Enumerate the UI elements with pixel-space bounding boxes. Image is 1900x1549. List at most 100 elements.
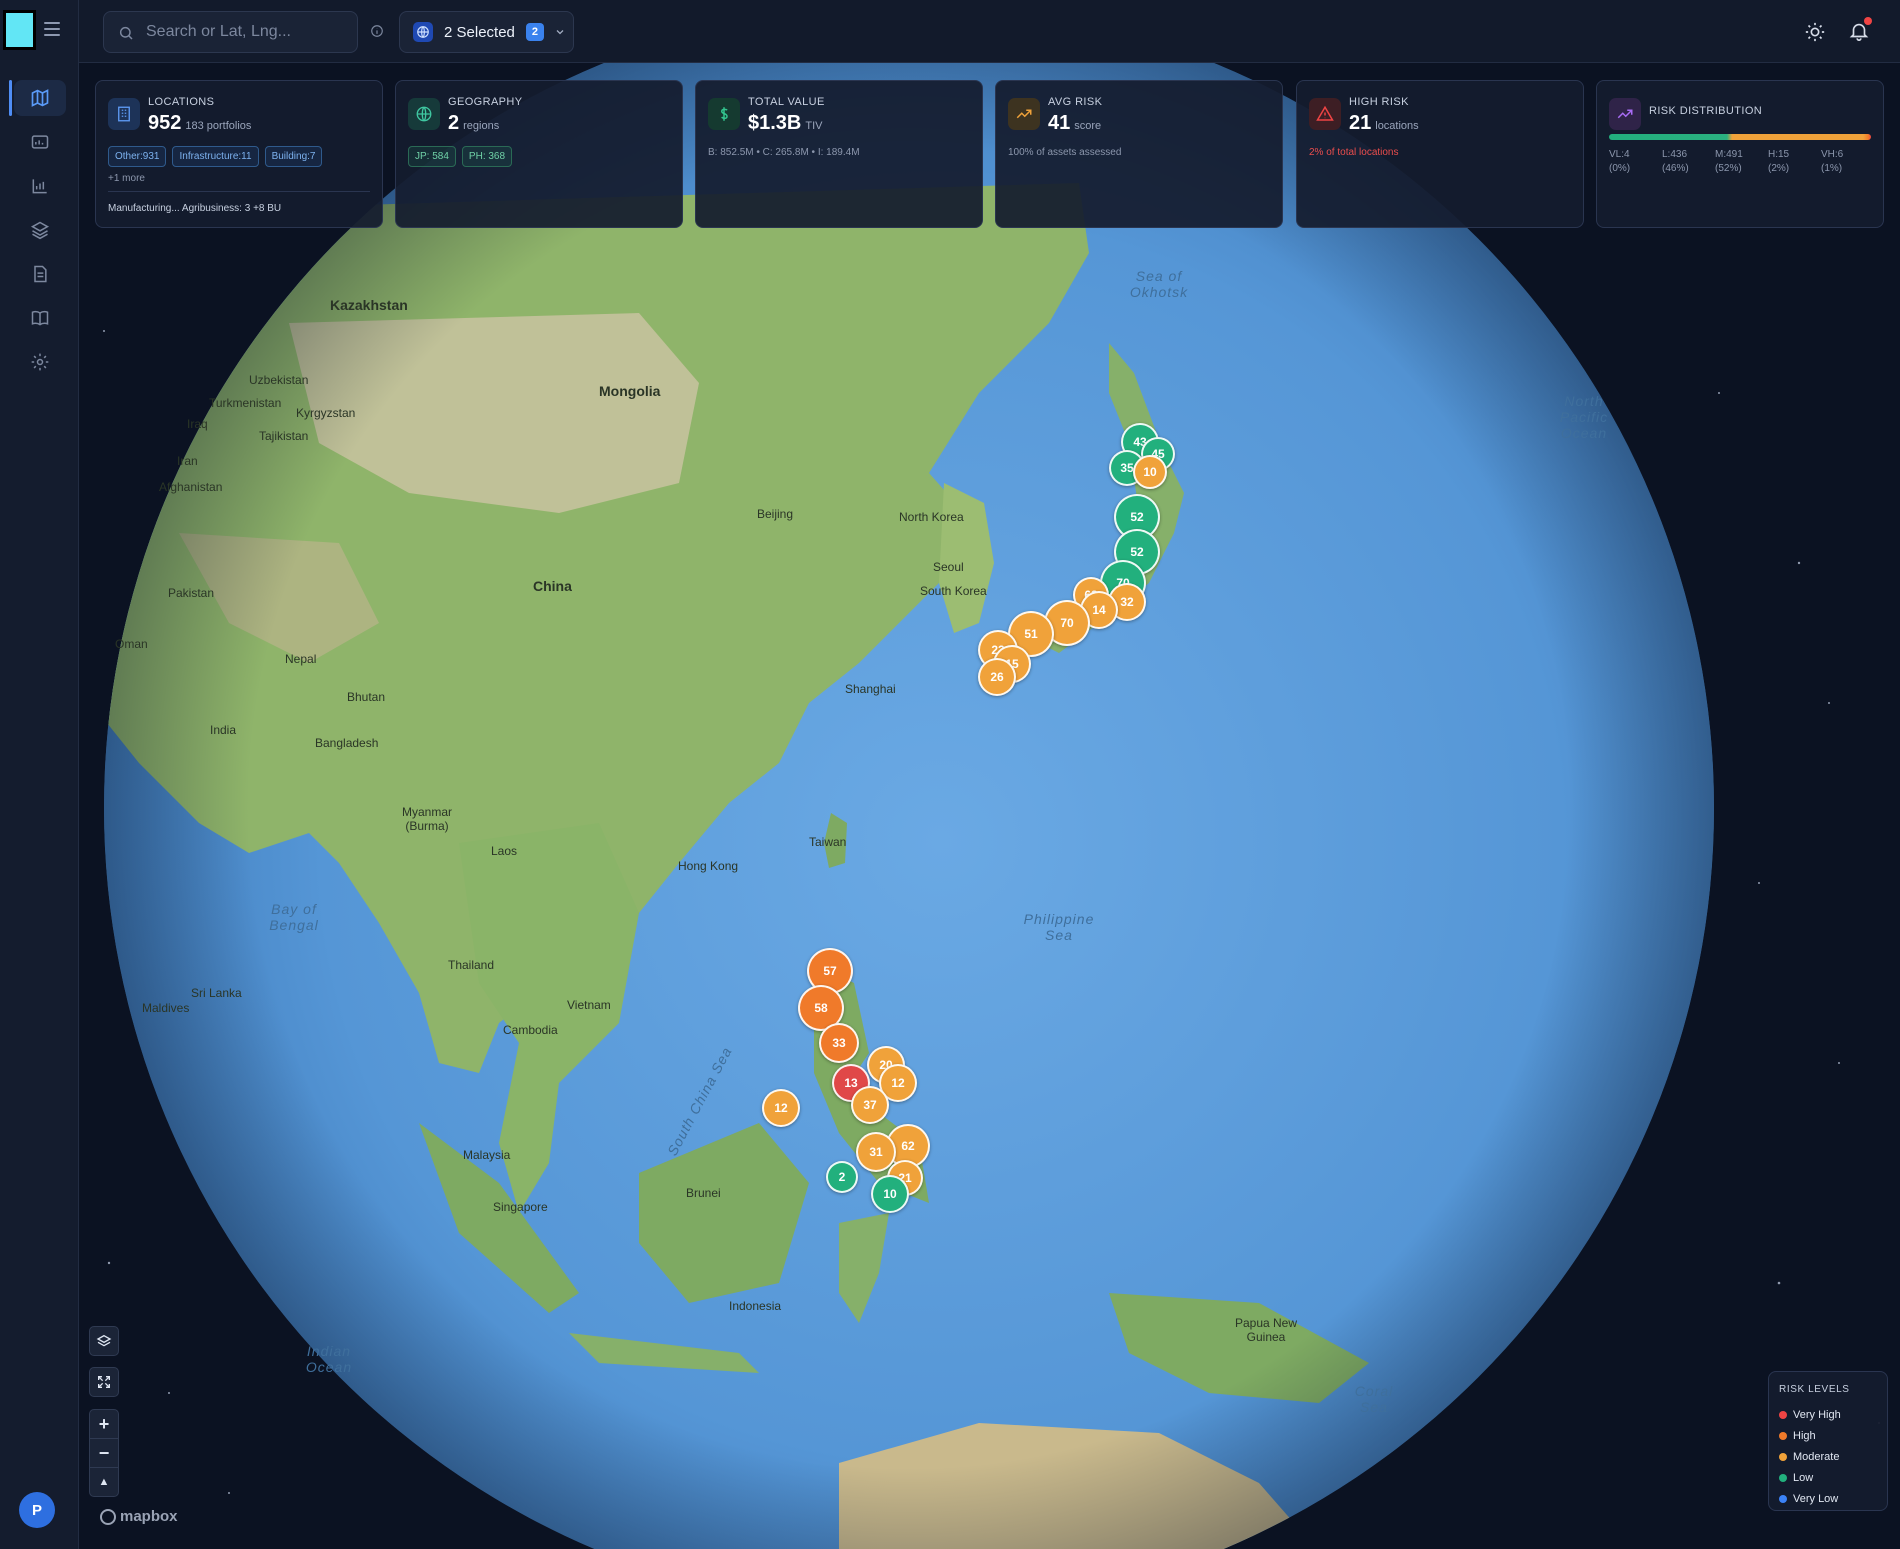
tag-ph[interactable]: PH: 368	[461, 146, 513, 167]
sidebar-item-analytics[interactable]	[0, 164, 79, 208]
map-label-north-pacific-ocean: North Pacific Ocean	[1559, 393, 1609, 441]
cluster-marker[interactable]: 12	[762, 1089, 800, 1127]
tag-other[interactable]: Other:931	[108, 146, 167, 167]
avatar[interactable]: P	[19, 1492, 55, 1528]
sidebar-item-layers[interactable]	[0, 208, 79, 252]
map-label-sea-of-okhotsk: Sea of Okhotsk	[1129, 268, 1189, 300]
map-label-oman: Oman	[115, 637, 148, 651]
selector-label: 2 Selected	[444, 23, 515, 41]
legend-item-low: Low	[1779, 1467, 1877, 1488]
risk-col-moderate: M:491 (52%)	[1715, 149, 1743, 174]
tag-infrastructure[interactable]: Infrastructure:11	[172, 146, 259, 167]
sidebar-item-portfolios[interactable]	[0, 120, 79, 164]
globe[interactable]	[79, 63, 1900, 1549]
sidebar-item-docs[interactable]	[0, 296, 79, 340]
app-logo[interactable]	[3, 10, 36, 50]
map-label-nepal: Nepal	[285, 652, 317, 666]
high-risk-note: 2% of total locations	[1309, 147, 1399, 158]
sidebar-item-reports[interactable]	[0, 252, 79, 296]
locations-card[interactable]: LOCATIONS 952 183 portfolios Other:931 In…	[95, 80, 383, 228]
legend-item-moderate: Moderate	[1779, 1446, 1877, 1467]
cluster-marker[interactable]: 37	[851, 1086, 889, 1124]
map-label-bangladesh: Bangladesh	[315, 736, 379, 750]
sidebar-nav	[0, 76, 79, 384]
risk-distribution-card[interactable]: RISK DISTRIBUTION VL:4 (0%) L:436 (46%) M:…	[1596, 80, 1884, 228]
tag-building[interactable]: Building:7	[264, 146, 323, 167]
geography-tags: JP: 584 PH: 368	[408, 146, 513, 167]
search-icon	[119, 26, 133, 40]
info-icon[interactable]	[370, 24, 384, 38]
total-value-card[interactable]: TOTAL VALUE $1.3B TIV B: 852.5M • C: 265.…	[695, 80, 983, 228]
high-risk-value: 21 locations	[1349, 112, 1419, 134]
avg-risk-card[interactable]: AVG RISK 41 score 100% of assets assessed	[995, 80, 1283, 228]
book-icon	[31, 310, 48, 326]
compass-button[interactable]: ▲	[90, 1468, 118, 1496]
locations-bu-summary: Manufacturing... Agribusiness: 3 +8 BU	[108, 203, 282, 214]
menu-icon[interactable]	[44, 22, 60, 36]
map-label-beijing: Beijing	[757, 507, 794, 521]
layers-icon	[96, 1334, 112, 1347]
search-input[interactable]	[146, 12, 351, 52]
app-root: P 2 Selected 2	[0, 0, 1900, 1549]
cluster-marker[interactable]: 10	[1133, 455, 1167, 489]
map-label-singapore: Singapore	[493, 1200, 548, 1214]
region-selector[interactable]: 2 Selected 2	[399, 11, 574, 53]
building-icon	[108, 98, 140, 130]
map-label-iran: Iran	[177, 454, 198, 468]
risk-distribution-values: VL:4 (0%) L:436 (46%) M:491 (52%) H:15 (2%) …	[1609, 148, 1879, 176]
tag-jp[interactable]: JP: 584	[408, 146, 456, 167]
cluster-marker[interactable]: 10	[871, 1175, 909, 1213]
zoom-controls: + − ▲	[89, 1409, 119, 1497]
map-label-iraq: Iraq	[187, 417, 208, 431]
map-label-myanmar: Myanmar (Burma)	[401, 805, 452, 833]
zoom-out-button[interactable]: −	[90, 1439, 118, 1468]
sidebar-item-settings[interactable]	[0, 340, 79, 384]
locations-title: LOCATIONS	[148, 96, 215, 108]
cluster-marker[interactable]: 26	[978, 658, 1016, 696]
map-label-papua-new-guinea: Papua New Guinea	[1234, 1316, 1298, 1344]
risk-col-very-high: VH:6 (1%)	[1821, 149, 1844, 174]
map-label-pakistan: Pakistan	[168, 586, 215, 600]
zoom-in-button[interactable]: +	[90, 1410, 118, 1439]
document-icon	[33, 265, 47, 283]
risk-legend: RISK LEVELS Very High High Moderate Low …	[1768, 1371, 1888, 1511]
sun-icon[interactable]	[1804, 21, 1826, 43]
map-label-taiwan: Taiwan	[809, 835, 847, 849]
risk-distribution-title: RISK DISTRIBUTION	[1649, 105, 1763, 117]
map-label-kyrgyzstan: Kyrgyzstan	[296, 406, 356, 420]
map-label-vietnam: Vietnam	[567, 998, 611, 1012]
chevron-down-icon	[556, 30, 564, 35]
legend-item-very-high: Very High	[1779, 1404, 1877, 1425]
map-canvas[interactable]: Kazakhstan Mongolia China Uzbekistan Tur…	[79, 63, 1900, 1549]
map-label-shanghai: Shanghai	[845, 682, 896, 696]
search-box	[103, 11, 358, 53]
geography-card[interactable]: GEOGRAPHY 2 regions JP: 584 PH: 368	[395, 80, 683, 228]
cluster-marker[interactable]: 2	[826, 1161, 858, 1193]
map-label-malaysia: Malaysia	[463, 1148, 511, 1162]
locations-more-link[interactable]: +1 more	[108, 173, 145, 184]
avg-risk-title: AVG RISK	[1048, 96, 1103, 108]
layers-toggle-button[interactable]	[89, 1326, 119, 1356]
map-label-india: India	[210, 723, 237, 737]
risk-col-very-low: VL:4 (0%)	[1609, 149, 1631, 174]
cluster-marker[interactable]: 33	[819, 1023, 859, 1063]
fullscreen-button[interactable]	[89, 1367, 119, 1397]
globe-icon	[413, 22, 433, 42]
map-label-north-korea: North Korea	[899, 510, 964, 524]
globe-icon	[408, 98, 440, 130]
map-label-kazakhstan: Kazakhstan	[330, 297, 408, 313]
high-risk-card[interactable]: HIGH RISK 21 locations 2% of total locati…	[1296, 80, 1584, 228]
folder-chart-icon	[31, 135, 48, 149]
top-bar: 2 Selected 2	[79, 0, 1900, 63]
value-breakdown: B: 852.5M • C: 265.8M • I: 189.4M	[708, 147, 860, 158]
locations-tags: Other:931 Infrastructure:11 Building:7	[108, 146, 323, 167]
sidebar-item-map[interactable]	[0, 76, 79, 120]
geography-title: GEOGRAPHY	[448, 96, 523, 108]
map-label-bhutan: Bhutan	[347, 690, 386, 704]
risk-col-high: H:15 (2%)	[1768, 149, 1790, 174]
legend-title: RISK LEVELS	[1779, 1384, 1850, 1395]
assessed-note: 100% of assets assessed	[1008, 147, 1122, 158]
legend-item-very-low: Very Low	[1779, 1488, 1877, 1509]
mapbox-attribution[interactable]: mapbox	[100, 1508, 178, 1525]
high-risk-title: HIGH RISK	[1349, 96, 1409, 108]
